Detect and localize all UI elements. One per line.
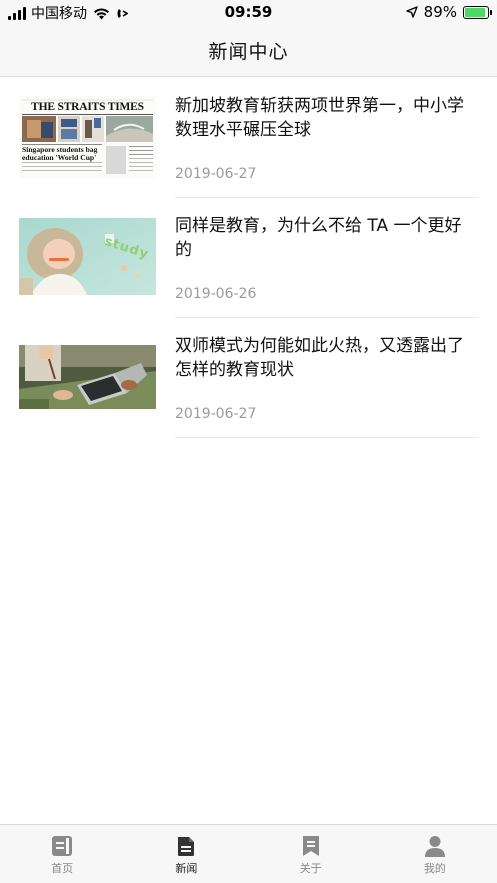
news-title[interactable]: 同样是教育，为什么不给 TA 一个更好的 bbox=[175, 214, 475, 262]
tab-label: 首页 bbox=[51, 862, 74, 875]
news-date: 2019-06-26 bbox=[175, 286, 257, 302]
newspaper-headline: Singapore students bag education 'World … bbox=[22, 145, 98, 162]
battery-icon bbox=[463, 5, 492, 19]
news-title[interactable]: 新加坡教育斩获两项世界第一，中小学数理水平碾压全球 bbox=[175, 94, 475, 142]
tab-label: 关于 bbox=[299, 862, 322, 875]
tab-label: 我的 bbox=[423, 862, 446, 875]
news-list: THE STRAITS TIMES Singapore students bag… bbox=[0, 78, 497, 438]
news-date: 2019-06-27 bbox=[175, 166, 257, 182]
tab-mine[interactable]: 我的 bbox=[373, 825, 497, 883]
battery-percent: 89% bbox=[423, 3, 457, 21]
tab-label: 新闻 bbox=[175, 862, 198, 875]
news-title[interactable]: 双师模式为何能如此火热，又透露出了怎样的教育现状 bbox=[175, 334, 475, 382]
tab-home[interactable]: 首页 bbox=[0, 825, 124, 883]
news-item[interactable]: 双师模式为何能如此火热，又透露出了怎样的教育现状 2019-06-27 bbox=[0, 318, 497, 438]
status-bar: 中国移动 09:59 89% bbox=[0, 0, 497, 24]
news-screen: 中国移动 09:59 89% 新闻中心 THE STRAITS TIMES Si… bbox=[0, 0, 497, 883]
book-icon bbox=[52, 836, 73, 856]
news-thumbnail-child-study: study bbox=[19, 218, 156, 295]
navigation-bar: 新闻中心 bbox=[0, 24, 497, 77]
news-date: 2019-06-27 bbox=[175, 406, 257, 422]
document-icon bbox=[178, 837, 195, 856]
news-thumbnail-laptop-students bbox=[19, 345, 156, 409]
news-thumbnail-newspaper: THE STRAITS TIMES Singapore students bag… bbox=[19, 96, 156, 178]
tab-news[interactable]: 新闻 bbox=[124, 825, 248, 883]
bookmark-icon bbox=[302, 836, 319, 856]
newspaper-masthead: THE STRAITS TIMES bbox=[31, 101, 144, 113]
news-item[interactable]: THE STRAITS TIMES Singapore students bag… bbox=[0, 78, 497, 198]
tab-about[interactable]: 关于 bbox=[249, 825, 373, 883]
news-item[interactable]: study 同样是教育，为什么不给 TA 一个更好的 2019-06-26 bbox=[0, 198, 497, 318]
page-title: 新闻中心 bbox=[208, 40, 289, 63]
location-arrow-icon bbox=[405, 6, 418, 18]
person-icon bbox=[424, 836, 445, 857]
tab-bar: 首页 新闻 关于 我的 bbox=[0, 824, 497, 883]
divider bbox=[175, 437, 478, 438]
